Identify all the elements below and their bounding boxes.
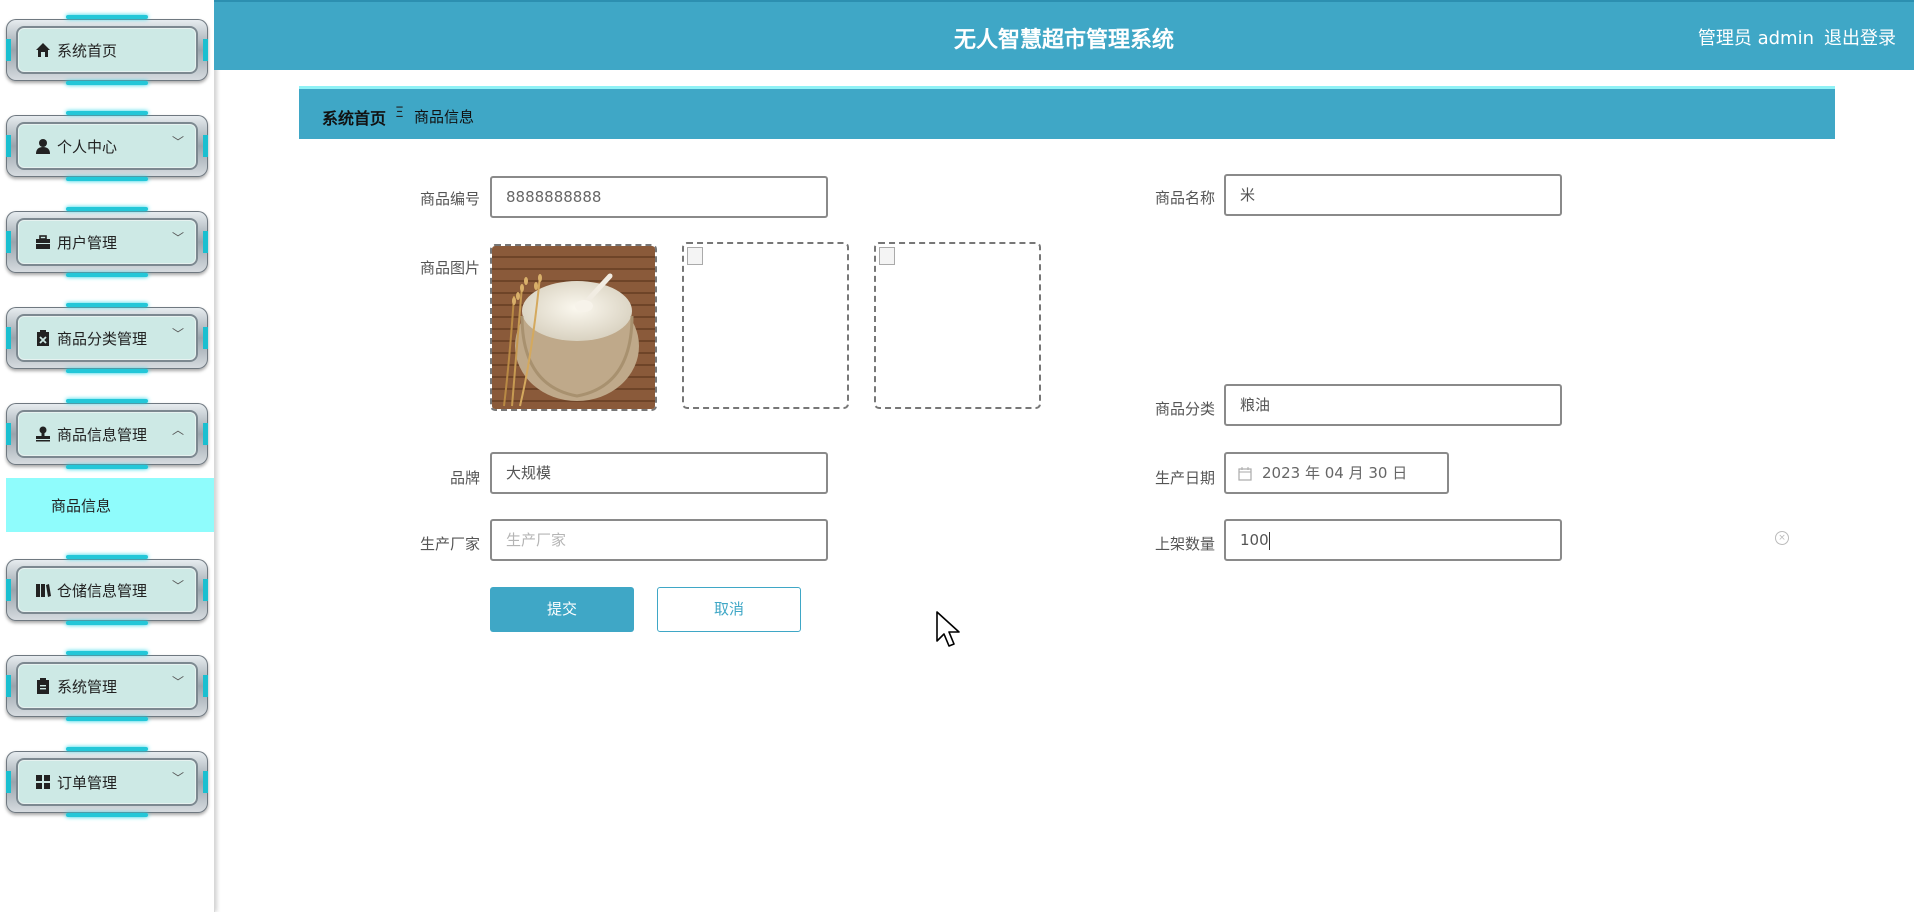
chevron-down-icon: ﹀ [171,327,184,341]
sidebar-item-home[interactable]: 系统首页 [6,15,208,85]
sidebar-item-user-management[interactable]: 用户管理 ﹀ [6,207,208,277]
brand-label: 品牌 [449,469,480,487]
submenu-item-product-info[interactable]: 商品信息 [6,478,214,532]
production-date-label: 生产日期 [1154,469,1215,487]
user-label: 管理员 admin [1697,28,1814,49]
cancel-button[interactable]: 取消 [657,587,801,632]
chevron-down-icon: ﹀ [171,675,184,689]
breadcrumb-separator-icon: Ξ [395,105,404,121]
rice-bag-image [492,246,655,409]
brand-input[interactable]: 大规模 [490,452,828,494]
sidebar-item-personal-center[interactable]: 个人中心 ﹀ [6,111,208,181]
category-label: 商品分类 [1154,400,1215,418]
production-date-value: 2023 年 04 月 30 日 [1262,464,1408,482]
mouse-cursor-icon [936,611,962,653]
breadcrumb-current: 商品信息 [414,108,475,126]
grid-icon [34,773,52,791]
chevron-down-icon: ﹀ [171,231,184,245]
sidebar-item-label: 个人中心 [57,138,118,156]
sidebar-item-order-management[interactable]: 订单管理 ﹀ [6,747,208,817]
manufacturer-label: 生产厂家 [419,535,480,553]
submit-button[interactable]: 提交 [490,587,634,632]
sidebar-item-label: 仓储信息管理 [57,582,148,600]
chevron-down-icon: ﹀ [171,579,184,593]
product-image-upload-3[interactable] [874,242,1041,409]
top-header: 无人智慧超市管理系统 管理员 admin 退出登录 [214,0,1914,70]
shelf-quantity-value: 100 [1240,531,1269,549]
chevron-down-icon: ﹀ [171,135,184,149]
sidebar-item-warehouse-management[interactable]: 仓储信息管理 ﹀ [6,555,208,625]
clipboard-x-icon [34,329,52,347]
sidebar-item-label: 系统首页 [57,42,118,60]
user-area: 管理员 admin 退出登录 [1688,24,1896,50]
shelf-quantity-label: 上架数量 [1154,535,1215,553]
sidebar-item-system-management[interactable]: 系统管理 ﹀ [6,651,208,721]
stamp-icon [34,425,52,443]
person-icon [34,137,52,155]
product-name-label: 商品名称 [1154,189,1215,207]
breadcrumb: 系统首页 Ξ 商品信息 [299,86,1835,139]
product-code-input[interactable]: 8888888888 [490,176,828,218]
briefcase-icon [34,233,52,251]
breadcrumb-home[interactable]: 系统首页 [322,105,386,129]
broken-image-icon [687,247,703,265]
product-image-upload-2[interactable] [682,242,849,409]
chevron-down-icon: ﹀ [171,771,184,785]
broken-image-icon [879,247,895,265]
logout-link[interactable]: 退出登录 [1824,28,1896,49]
submenu-item-label: 商品信息 [51,497,112,515]
sidebar-item-category-management[interactable]: 商品分类管理 ﹀ [6,303,208,373]
product-name-input[interactable]: 米 [1224,174,1562,216]
home-icon [34,41,52,59]
shelf-quantity-input[interactable]: 100 [1224,519,1562,561]
books-icon [34,581,52,599]
manufacturer-input[interactable]: 生产厂家 [490,519,828,561]
sidebar-item-label: 系统管理 [57,678,118,696]
sidebar-item-label: 商品信息管理 [57,426,148,444]
sidebar-item-label: 用户管理 [57,234,118,252]
sidebar-item-label: 订单管理 [57,774,118,792]
product-code-label: 商品编号 [419,190,480,208]
sidebar-item-product-info-management[interactable]: 商品信息管理 ︿ [6,399,208,469]
calendar-icon [1238,454,1252,492]
category-select[interactable]: 粮油 [1224,384,1562,426]
app-title: 无人智慧超市管理系统 [953,28,1174,53]
production-date-picker[interactable]: 2023 年 04 月 30 日 [1224,452,1449,494]
text-caret [1268,531,1270,550]
chevron-up-icon: ︿ [171,423,184,437]
product-image-upload-1[interactable] [490,244,657,411]
product-image-label: 商品图片 [419,259,480,277]
clear-icon[interactable]: × [1775,531,1789,545]
sidebar: 系统首页 个人中心 ﹀ 用户管理 ﹀ 商品分类管理 ﹀ 商品信息管理 ︿ 商品信… [0,0,215,912]
sidebar-item-label: 商品分类管理 [57,330,148,348]
clipboard-icon [34,677,52,695]
